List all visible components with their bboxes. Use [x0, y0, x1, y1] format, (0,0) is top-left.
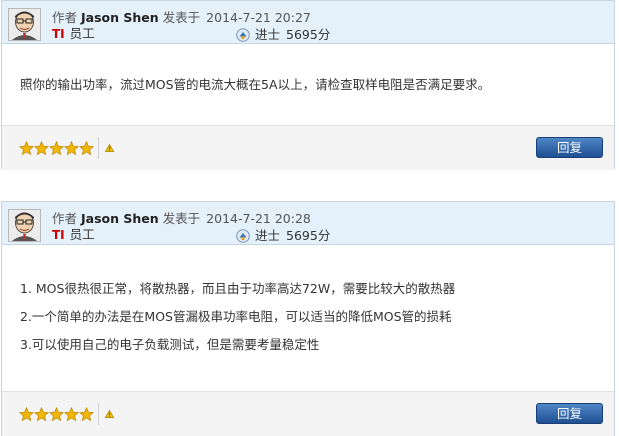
star-icon[interactable] [79, 141, 94, 156]
post-footer: 回复 [2, 391, 614, 436]
post-date: 2014-7-21 20:28 [206, 211, 311, 226]
points: 5695分 [286, 27, 331, 42]
avatar-icon [9, 210, 40, 241]
star-icon[interactable] [49, 141, 64, 156]
warning-triangle-icon[interactable] [105, 144, 114, 152]
user-level: 进士 5695分 [236, 24, 330, 43]
points: 5695分 [286, 228, 331, 243]
user-level: 进士 5695分 [236, 225, 330, 244]
star-icon[interactable] [34, 407, 49, 422]
user-avatar[interactable] [8, 8, 41, 41]
forum-post: 作者 Jason Shen 发表于 2014-7-21 20:27 TI 员工 进士 5… [1, 0, 615, 170]
star-icon[interactable] [19, 141, 34, 156]
badge-role: 员工 [69, 26, 95, 41]
avatar-icon [9, 9, 40, 40]
posted-label: 发表于 [162, 10, 201, 25]
ti-logo-icon: TI [52, 228, 65, 242]
ti-logo-icon: TI [52, 27, 65, 41]
user-badge: TI 员工 [52, 224, 95, 243]
content-line: 3.可以使用自己的电子负载测试，但是需要考量稳定性 [20, 337, 320, 352]
reply-button[interactable]: 回复 [536, 137, 603, 158]
reply-button[interactable]: 回复 [536, 403, 603, 424]
content-line: 2.一个简单的办法是在MOS管漏极串功率电阻，可以适当的降低MOS管的损耗 [20, 309, 452, 324]
post-header: 作者 Jason Shen 发表于 2014-7-21 20:27 TI 员工 进士 5… [2, 1, 614, 44]
post-footer: 回复 [2, 125, 614, 170]
warning-triangle-icon[interactable] [105, 410, 114, 418]
content-line: 1. MOS很热很正常，将散热器，而且由于功率高达72W，需要比较大的散热器 [20, 281, 456, 296]
star-icon[interactable] [34, 141, 49, 156]
post-content: 1. MOS很热很正常，将散热器，而且由于功率高达72W，需要比较大的散热器 2… [2, 245, 614, 391]
star-icon[interactable] [79, 407, 94, 422]
star-icon[interactable] [64, 141, 79, 156]
badge-role: 员工 [69, 227, 95, 242]
rank-label: 进士 [255, 27, 281, 42]
post-header: 作者 Jason Shen 发表于 2014-7-21 20:28 TI 员工 进士 5… [2, 202, 614, 245]
rank-label: 进士 [255, 228, 281, 243]
user-avatar[interactable] [8, 209, 41, 242]
level-badge-icon [236, 229, 250, 243]
post-content: 照你的输出功率，流过MOS管的电流大概在5A以上，请检查取样电阻是否满足要求。 [2, 44, 614, 124]
forum-post: 作者 Jason Shen 发表于 2014-7-21 20:28 TI 员工 进士 5… [1, 201, 615, 436]
star-icon[interactable] [64, 407, 79, 422]
posted-label: 发表于 [162, 211, 201, 226]
post-date: 2014-7-21 20:27 [206, 10, 311, 25]
content-line: 照你的输出功率，流过MOS管的电流大概在5A以上，请检查取样电阻是否满足要求。 [20, 77, 491, 92]
divider [98, 137, 99, 159]
user-badge: TI 员工 [52, 23, 95, 42]
divider [98, 403, 99, 425]
star-icon[interactable] [19, 407, 34, 422]
rating-stars[interactable] [19, 141, 94, 156]
rating-stars[interactable] [19, 407, 94, 422]
star-icon[interactable] [49, 407, 64, 422]
level-badge-icon [236, 28, 250, 42]
